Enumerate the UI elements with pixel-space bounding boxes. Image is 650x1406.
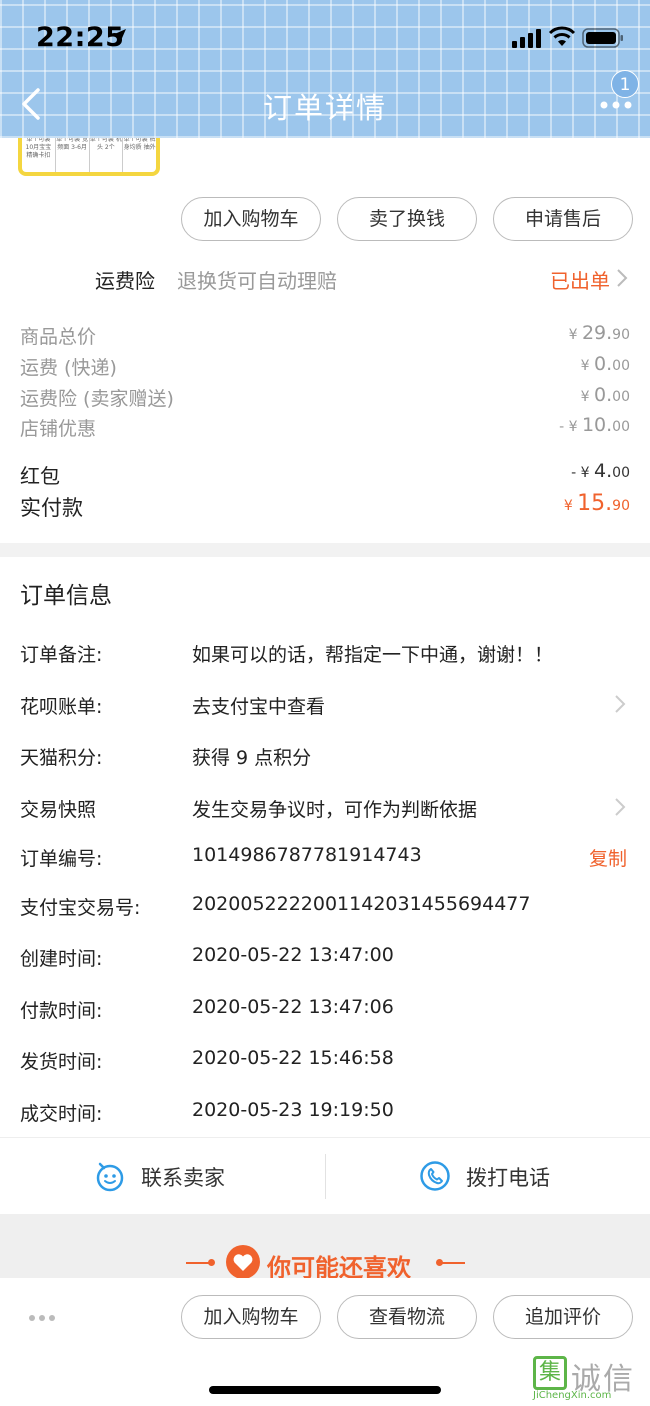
call-phone-button[interactable]: 拨打电话 [466,1162,550,1192]
chevron-right-icon[interactable] [616,268,628,288]
watermark-url: JiChengXin.com [533,1390,612,1401]
goods-total-label: 商品总价 [20,326,97,348]
freight-insurance-status[interactable]: 已出单 [550,265,610,294]
nav-header: 22:25 订单详情 1 [0,0,650,138]
paid-time-label: 付款时间: [20,1000,103,1022]
snapshot-value[interactable]: 发生交易争议时，可作为判断依据 [192,795,477,822]
goods-total-value: ¥ 29.90 [568,322,630,344]
contact-bar: 联系卖家 拨打电话 [0,1137,650,1214]
section-divider [0,543,650,557]
red-packet-value: - ¥ 4.00 [571,460,630,482]
bottom-add-to-cart-button[interactable]: 加入购物车 [181,1295,321,1339]
view-logistics-button[interactable]: 查看物流 [337,1295,477,1339]
red-packet-label: 红包 [20,464,60,488]
huabei-value[interactable]: 去支付宝中查看 [192,692,325,719]
battery-icon [582,28,623,48]
remark-label: 订单备注: [20,644,103,666]
copy-order-number-button[interactable]: 复制 [589,844,627,871]
notification-badge: 1 [611,70,639,98]
order-info-title: 订单信息 [20,583,112,609]
wifi-icon [548,26,576,46]
watermark-box: 集 [533,1356,567,1390]
after-sale-button[interactable]: 申请售后 [493,197,633,241]
decorative-line [437,1262,465,1264]
decorative-dot [208,1259,215,1266]
shipped-time-value: 2020-05-22 15:46:58 [192,1047,394,1069]
paid-amount-label: 实付款 [20,496,83,520]
store-discount-value: - ¥ 10.00 [559,414,630,436]
add-review-button[interactable]: 追加评价 [493,1295,633,1339]
location-arrow-icon [110,29,126,45]
resell-button[interactable]: 卖了换钱 [337,197,477,241]
freight-insurance-label: 运费险 [95,269,155,293]
more-dots-icon[interactable] [600,100,632,110]
snapshot-label: 交易快照 [20,799,97,821]
divider [325,1154,326,1199]
freight-insurance-desc: 退换货可自动理赔 [177,269,337,293]
chevron-right-icon[interactable] [614,797,626,817]
huabei-label: 花呗账单: [20,696,103,718]
more-dots-icon[interactable] [28,1314,56,1322]
shipping-fee-label: 运费 (快递) [20,357,117,379]
status-bar: 22:25 [0,22,650,56]
completed-time-value: 2020-05-23 19:19:50 [192,1099,394,1121]
completed-time-label: 成交时间: [20,1103,103,1125]
heart-icon [226,1245,260,1279]
chat-face-icon[interactable] [94,1160,126,1192]
alipay-number-label: 支付宝交易号: [20,897,141,919]
created-time-value: 2020-05-22 13:47:00 [192,944,394,966]
paid-time-value: 2020-05-22 13:47:06 [192,996,394,1018]
insurance-fee-value: ¥ 0.00 [580,384,630,406]
chevron-right-icon[interactable] [614,694,626,714]
add-to-cart-button[interactable]: 加入购物车 [181,197,321,241]
insurance-fee-label: 运费险 (卖家赠送) [20,388,174,410]
signal-icon [512,29,541,48]
order-number-label: 订单编号: [20,848,103,870]
watermark-logo: 集 诚信 JiChengXin.com [533,1356,643,1402]
page-title: 订单详情 [262,91,387,125]
home-indicator[interactable] [209,1386,441,1394]
created-time-label: 创建时间: [20,948,103,970]
remark-value: 如果可以的话，帮指定一下中通，谢谢！！ [192,644,554,666]
points-label: 天猫积分: [20,747,103,769]
store-discount-label: 店铺优惠 [20,418,97,440]
paid-amount-value: ¥ 15.90 [563,491,630,516]
shipped-time-label: 发货时间: [20,1051,103,1073]
alipay-number-value: 2020052222001142031455694477 [192,893,531,915]
phone-icon[interactable] [419,1160,451,1192]
recommend-header: 你可能还喜欢 [0,1214,650,1282]
order-number-value: 1014986787781914743 [192,844,422,866]
shipping-fee-value: ¥ 0.00 [580,353,630,375]
contact-seller-button[interactable]: 联系卖家 [141,1162,225,1192]
points-value: 获得 9 点积分 [192,747,312,769]
